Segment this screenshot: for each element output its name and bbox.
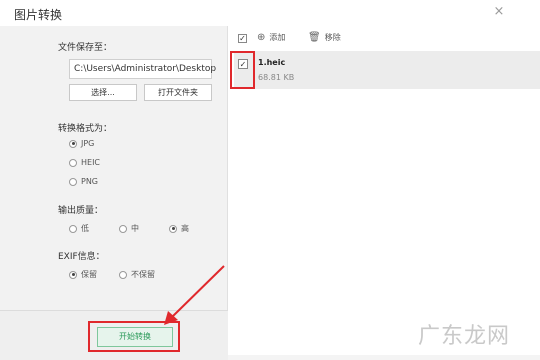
window-title: 图片转换 bbox=[14, 8, 63, 22]
radio-icon bbox=[69, 158, 77, 167]
quality-option-label: 低 bbox=[81, 224, 89, 233]
radio-icon bbox=[69, 224, 77, 233]
file-name: 1.heic bbox=[258, 58, 286, 67]
quality-radio-medium[interactable]: 中 bbox=[119, 223, 139, 234]
radio-icon bbox=[69, 177, 77, 186]
close-icon[interactable]: × bbox=[492, 5, 506, 19]
open-folder-button[interactable]: 打开文件夹 bbox=[144, 84, 212, 101]
remove-label: 移除 bbox=[324, 33, 341, 42]
radio-icon bbox=[119, 270, 127, 279]
quality-radio-low[interactable]: 低 bbox=[69, 223, 89, 234]
format-radio-png[interactable]: PNG bbox=[69, 177, 98, 186]
exif-label: EXIF信息： bbox=[58, 252, 105, 262]
radio-selected-icon bbox=[69, 139, 77, 148]
radio-icon bbox=[119, 224, 127, 233]
format-option-label: HEIC bbox=[81, 158, 101, 167]
radio-selected-icon bbox=[69, 270, 77, 279]
quality-option-label: 中 bbox=[131, 224, 139, 233]
format-label: 转换格式为： bbox=[58, 124, 113, 134]
format-radio-jpg[interactable]: JPG bbox=[69, 139, 94, 148]
exif-radio-keep[interactable]: 保留 bbox=[69, 269, 97, 280]
plus-circle-icon: ⊕ bbox=[257, 32, 266, 43]
remove-button[interactable]: 🗑 移除 bbox=[308, 32, 341, 43]
bottom-strip bbox=[228, 355, 540, 360]
watermark: 广东龙网 bbox=[418, 324, 511, 349]
file-size: 68.81 KB bbox=[258, 73, 295, 82]
trash-icon: 🗑 bbox=[308, 32, 321, 43]
add-label: 添加 bbox=[269, 33, 286, 42]
annotation-arrow-icon bbox=[164, 265, 225, 325]
file-row[interactable] bbox=[234, 51, 540, 89]
quality-option-label: 高 bbox=[181, 224, 189, 233]
radio-selected-icon bbox=[169, 224, 177, 233]
format-option-label: PNG bbox=[81, 177, 99, 186]
choose-button[interactable]: 选择... bbox=[69, 84, 137, 101]
format-radio-heic[interactable]: HEIC bbox=[69, 158, 100, 167]
exif-option-label: 保留 bbox=[81, 270, 97, 279]
add-button[interactable]: ⊕ 添加 bbox=[257, 32, 285, 43]
file-highlight-frame bbox=[230, 51, 255, 89]
title-bar: 图片转换 × bbox=[0, 0, 540, 26]
select-all-checkbox[interactable]: ✓ bbox=[238, 34, 247, 43]
save-path-field[interactable]: C:\Users\Administrator\Desktop bbox=[69, 59, 216, 79]
quality-radio-high[interactable]: 高 bbox=[169, 223, 189, 234]
format-option-label: JPG bbox=[81, 139, 95, 148]
quality-label: 输出质量： bbox=[58, 206, 104, 216]
save-location-label: 文件保存至： bbox=[58, 43, 113, 53]
